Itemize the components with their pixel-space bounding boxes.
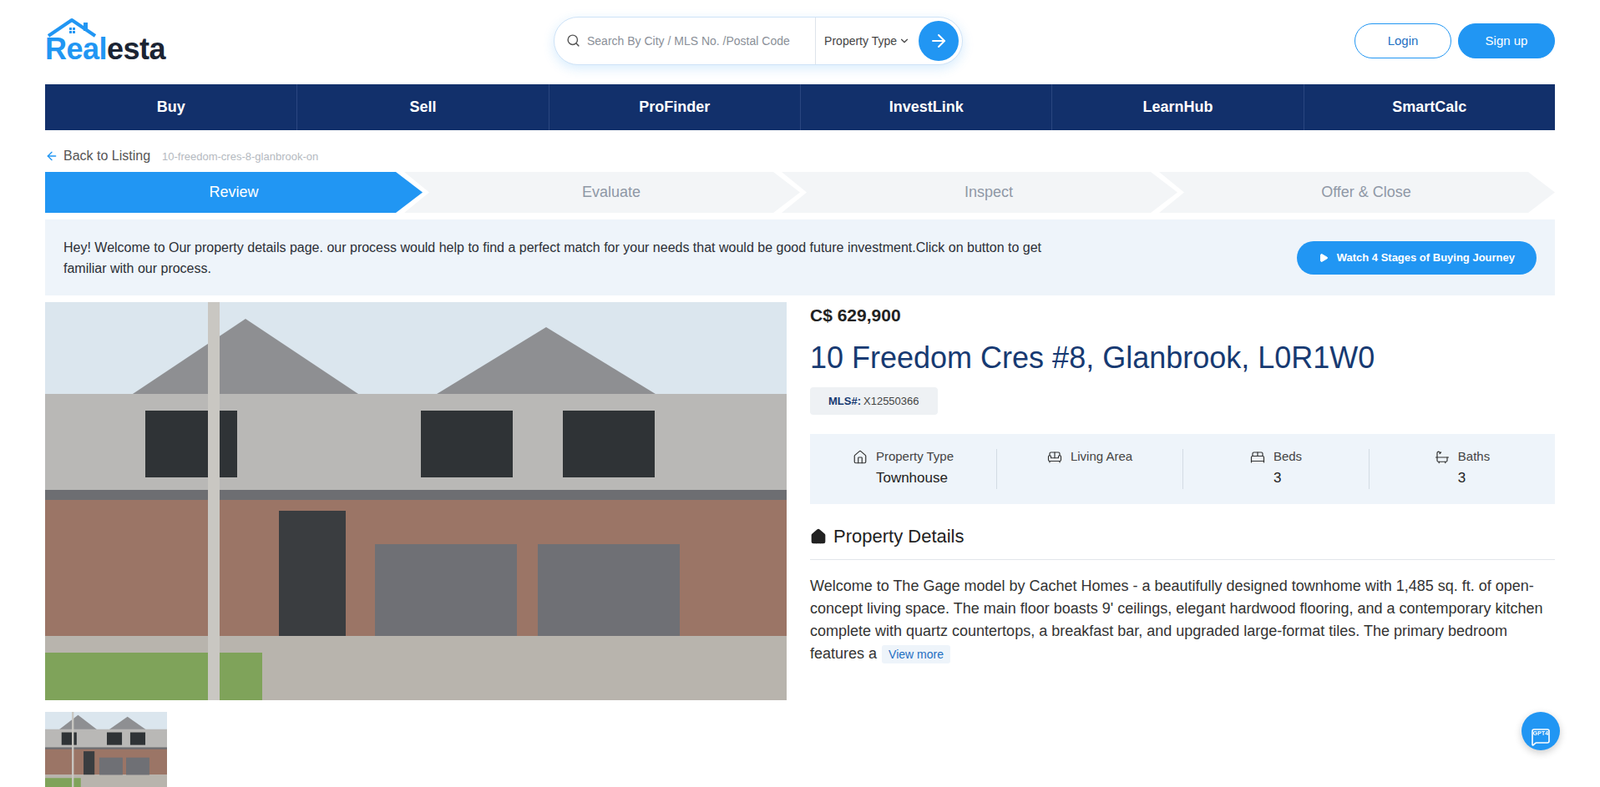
step[interactable]: Review	[45, 172, 423, 213]
step[interactable]: Evaluate	[404, 172, 800, 213]
property-type-select[interactable]: Property Type	[815, 17, 919, 65]
chat-icon	[1530, 727, 1551, 748]
photo-thumbnail[interactable]	[45, 712, 168, 787]
stat-value: 3	[1458, 470, 1490, 487]
nav-item[interactable]: Sell	[296, 84, 548, 131]
stat-label: Property Type	[875, 449, 954, 464]
address: 10 Freedom Cres #8, Glanbrook, L0R1W0	[810, 340, 1555, 376]
stat-label: Baths	[1458, 449, 1490, 464]
welcome-banner: Hey! Welcome to Our property details pag…	[45, 219, 1555, 296]
chat-label: GPT4	[1533, 730, 1549, 737]
stat-icon	[1250, 450, 1266, 466]
search-box: Search By City / MLS No. /Postal CodePro…	[553, 16, 963, 66]
chat-button[interactable]: GPT4	[1521, 712, 1560, 751]
nav-item[interactable]: Buy	[45, 84, 297, 131]
nav-bar: BuySellProFinderInvestLinkLearnHubSmartC…	[45, 84, 1555, 131]
search-icon	[566, 33, 581, 48]
search-input[interactable]: Search By City / MLS No. /Postal Code	[566, 33, 816, 48]
play-icon	[1318, 253, 1329, 264]
stat-label: Living Area	[1070, 449, 1133, 464]
stat-value: 3	[1273, 470, 1302, 487]
login-button[interactable]: Login	[1354, 23, 1452, 59]
logo-part: esta	[106, 31, 166, 66]
stat: Living Area	[996, 449, 1183, 490]
banner-text: Hey! Welcome to Our property details pag…	[63, 237, 1049, 279]
stat: Property Type Townhouse	[810, 449, 997, 490]
stat: Baths 3	[1368, 449, 1555, 490]
listing-slug: 10-freedom-cres-8-glanbrook-on	[162, 150, 319, 163]
logo-part: Real	[45, 31, 107, 66]
step[interactable]: Inspect	[781, 172, 1178, 213]
header: Realesta Search By City / MLS No. /Postal…	[45, 0, 1555, 85]
logo-text: Realesta	[45, 34, 213, 65]
arrow-right-icon	[928, 30, 949, 51]
stat-label: Beds	[1273, 449, 1302, 464]
arrow-left-icon	[45, 149, 59, 163]
gallery	[45, 302, 787, 787]
watch-journey-button[interactable]: Watch 4 Stages of Buying Journey	[1296, 241, 1537, 275]
stat-icon	[852, 450, 868, 466]
stat-icon	[1434, 450, 1450, 466]
nav-item[interactable]: SmartCalc	[1303, 84, 1555, 131]
chevron-down-icon	[898, 35, 911, 47]
search-button[interactable]	[918, 20, 959, 61]
nav-item[interactable]: ProFinder	[548, 84, 800, 131]
logo[interactable]: Realesta	[45, 17, 213, 65]
section-heading: Property Details	[810, 526, 1555, 561]
auth-buttons: LoginSign up	[1354, 23, 1555, 59]
signup-button[interactable]: Sign up	[1458, 23, 1555, 59]
listing-info: C$ 629,900 10 Freedom Cres #8, Glanbrook,…	[810, 302, 1555, 787]
main-photo[interactable]	[45, 302, 787, 701]
page: Realesta Search By City / MLS No. /Postal…	[0, 0, 1600, 787]
home-icon	[810, 528, 827, 546]
nav-item[interactable]: LearnHub	[1051, 84, 1303, 131]
stat-value: Townhouse	[875, 470, 954, 487]
nav-item[interactable]: InvestLink	[800, 84, 1052, 131]
listing-body: C$ 629,900 10 Freedom Cres #8, Glanbrook,…	[45, 302, 1555, 787]
stats-box: Property TypeTownhouseLiving AreaBeds3Ba…	[810, 434, 1555, 505]
stat: Beds 3	[1182, 449, 1369, 490]
back-link[interactable]: Back to Listing	[45, 148, 151, 164]
view-more-button[interactable]: View more	[881, 645, 951, 664]
breadcrumb: Back to Listing 10-freedom-cres-8-glanbro…	[45, 130, 1555, 173]
price: C$ 629,900	[810, 305, 1555, 326]
mls-badge: MLS#:X12550366	[810, 387, 938, 416]
step[interactable]: Offer & Close	[1159, 172, 1555, 213]
description: Welcome to The Gage model by Cachet Home…	[810, 575, 1555, 666]
stat-icon	[1047, 450, 1063, 466]
stepper: ReviewEvaluateInspectOffer & Close	[45, 172, 1555, 213]
